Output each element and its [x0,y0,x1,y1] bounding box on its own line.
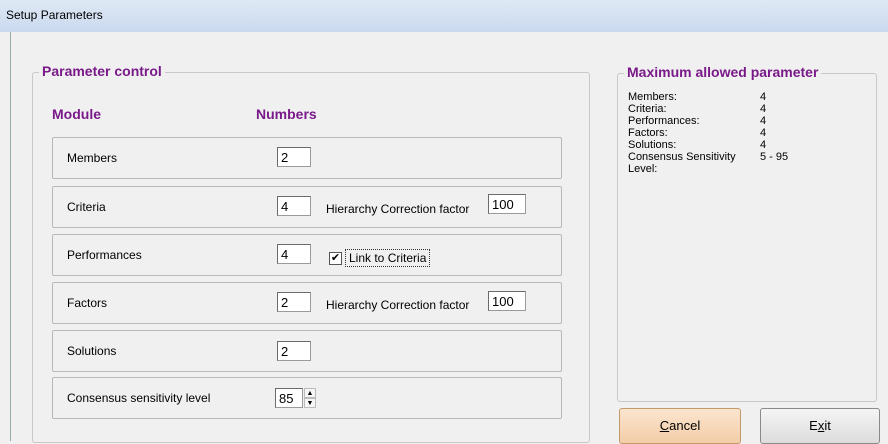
max-item-key: Level: [628,163,658,175]
window-title: Setup Parameters [6,8,103,22]
criteria-input[interactable]: 4 [277,196,311,216]
consensus-label: Consensus sensitivity level [67,391,211,405]
exit-label-pre: E [809,418,818,433]
max-allowed-legend: Maximum allowed parameter [624,64,822,80]
max-item-key: Members: [628,91,677,103]
cancel-button[interactable]: Cancel [619,408,741,444]
members-label: Members [67,151,118,165]
exit-label-rest: it [824,418,831,433]
numbers-column-header: Numbers [256,106,317,122]
factors-input[interactable]: 2 [277,292,311,312]
max-item-value: 4 [760,139,767,151]
spinner-down-icon[interactable]: ▼ [304,398,316,408]
link-to-criteria-checkbox-control[interactable]: ✔ Link to Criteria [329,249,439,267]
max-item-value: 4 [760,91,767,103]
criteria-hierarchy-correction-label: Hierarchy Correction factor [326,202,470,216]
max-item-key: Factors: [628,127,668,139]
performances-label: Performances [67,248,142,262]
max-item-value: 5 - 95 [760,151,789,163]
parameter-control-legend: Parameter control [39,63,165,79]
members-input[interactable]: 2 [277,147,311,167]
performances-input[interactable]: 4 [277,244,311,264]
cancel-mnemonic: C [659,418,670,433]
link-to-criteria-label[interactable]: Link to Criteria [345,249,431,267]
factors-hierarchy-correction-label: Hierarchy Correction factor [326,298,470,312]
consensus-input[interactable]: 85 [275,388,303,408]
link-to-criteria-checkbox[interactable]: ✔ [329,252,342,265]
factors-hierarchy-correction-input[interactable]: 100 [488,291,526,311]
solutions-label: Solutions [67,344,117,358]
exit-button[interactable]: Exit [760,408,880,444]
max-item-value: 4 [760,127,767,139]
cancel-label-rest: ancel [669,418,701,433]
max-item-value: 4 [760,103,767,115]
solutions-input[interactable]: 2 [277,341,311,361]
criteria-hierarchy-correction-input[interactable]: 100 [488,194,526,214]
max-item-key: Solutions: [628,139,677,151]
module-column-header: Module [52,106,101,122]
criteria-label: Criteria [67,200,106,214]
max-item-value: 4 [760,115,767,127]
consensus-spinner[interactable]: ▲ ▼ [304,388,316,408]
spinner-up-icon[interactable]: ▲ [304,388,316,398]
factors-label: Factors [67,296,108,310]
max-item-key: Consensus Sensitivity [628,151,736,163]
max-item-key: Criteria: [628,103,667,115]
max-item-key: Performances: [628,115,700,127]
title-bar: Setup Parameters [0,0,888,32]
